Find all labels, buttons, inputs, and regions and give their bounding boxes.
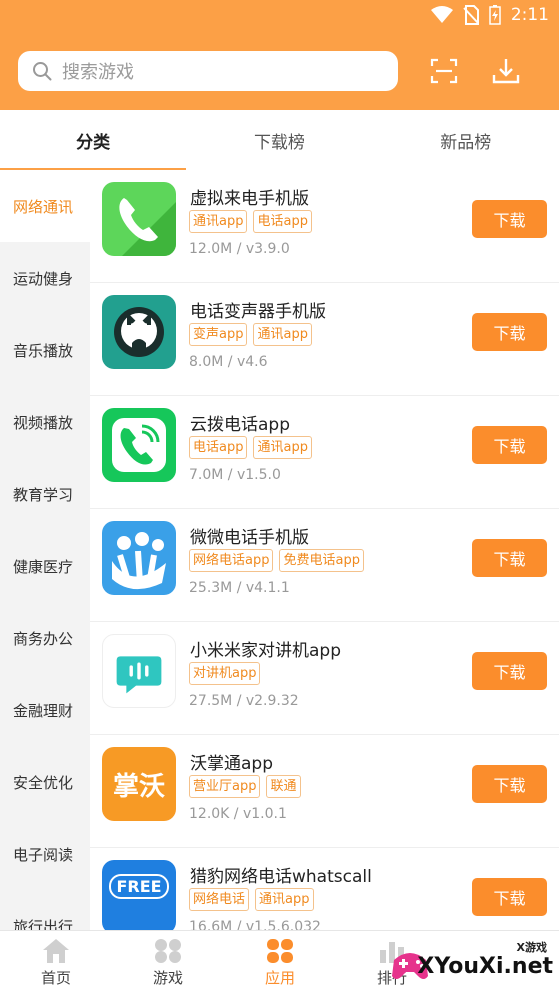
- app-name: 微微电话手机版: [190, 528, 309, 548]
- list-item[interactable]: 电话变声器手机版 变声app 通讯app 8.0M / v4.6 下载: [90, 283, 559, 396]
- wifi-icon: [430, 6, 453, 23]
- nav-label: 游戏: [152, 969, 183, 987]
- app-tag[interactable]: 网络电话app: [189, 549, 274, 572]
- watermark-small-text: X游戏: [516, 941, 547, 954]
- search-placeholder: 搜索游戏: [62, 62, 134, 83]
- list-item[interactable]: 掌沃 沃掌通app 营业厅app 联通 12.0K / v1.0.1 下载: [90, 735, 559, 848]
- nav-home[interactable]: 首页: [0, 931, 112, 994]
- phone-handset-green-icon: [102, 182, 176, 256]
- app-tag[interactable]: 通讯app: [255, 888, 314, 911]
- list-item[interactable]: 云拨电话app 电话app 通讯app 7.0M / v1.5.0 下载: [90, 396, 559, 509]
- no-sim-icon: [463, 5, 479, 25]
- sidebar-item-ebook[interactable]: 电子阅读: [0, 818, 90, 890]
- app-tag[interactable]: 对讲机app: [189, 662, 261, 685]
- app-tag[interactable]: 变声app: [189, 323, 248, 346]
- app-name: 猎豹网络电话whatscall: [190, 867, 372, 887]
- sidebar-item-video[interactable]: 视频播放: [0, 386, 90, 458]
- app-size-version: 16.6M / v1.5.6.032: [189, 919, 321, 930]
- app-size-version: 8.0M / v4.6: [189, 354, 268, 370]
- sidebar-item-security[interactable]: 安全优化: [0, 746, 90, 818]
- sidebar-item-finance[interactable]: 金融理财: [0, 674, 90, 746]
- list-item[interactable]: 虚拟来电手机版 通讯app 电话app 12.0M / v3.9.0 下载: [90, 170, 559, 283]
- tab-new-rank[interactable]: 新品榜: [373, 110, 559, 170]
- sidebar-item-travel[interactable]: 旅行出行: [0, 890, 90, 931]
- site-watermark: X游戏 XYouXi.net: [384, 932, 559, 992]
- app-size-version: 7.0M / v1.5.0: [189, 467, 281, 483]
- nav-label: 应用: [264, 969, 295, 987]
- sidebar-item-network-comm[interactable]: 网络通讯: [0, 170, 90, 242]
- sidebar-item-health[interactable]: 健康医疗: [0, 530, 90, 602]
- sidebar-item-business[interactable]: 商务办公: [0, 602, 90, 674]
- nav-games[interactable]: 游戏: [112, 931, 224, 994]
- app-name: 虚拟来电手机版: [190, 189, 309, 209]
- download-button[interactable]: 下载: [472, 765, 547, 803]
- list-item[interactable]: 小米米家对讲机app 对讲机app 27.5M / v2.9.32 下载: [90, 622, 559, 735]
- app-tag[interactable]: 联通: [266, 775, 301, 798]
- category-sidebar: 网络通讯 运动健身 音乐播放 视频播放 教育学习 健康医疗 商务办公 金融理财 …: [0, 170, 90, 930]
- download-button[interactable]: 下载: [472, 200, 547, 238]
- app-icon-text: FREE: [109, 874, 169, 899]
- nav-apps[interactable]: 应用: [224, 931, 336, 994]
- app-tag[interactable]: 通讯app: [189, 210, 248, 233]
- download-button[interactable]: 下载: [472, 539, 547, 577]
- app-name: 云拨电话app: [190, 415, 290, 435]
- app-tag[interactable]: 电话app: [189, 436, 248, 459]
- app-size-version: 25.3M / v4.1.1: [189, 580, 290, 596]
- download-button[interactable]: 下载: [472, 652, 547, 690]
- app-tag[interactable]: 电话app: [253, 210, 312, 233]
- sidebar-item-music[interactable]: 音乐播放: [0, 314, 90, 386]
- apps-icon: [267, 939, 293, 963]
- app-size-version: 12.0M / v3.9.0: [189, 241, 290, 257]
- app-tag[interactable]: 通讯app: [253, 323, 312, 346]
- scan-button[interactable]: [428, 55, 460, 87]
- download-button[interactable]: 下载: [472, 426, 547, 464]
- list-item[interactable]: FREE 猎豹网络电话whatscall 网络电话 通讯app 16.6M / …: [90, 848, 559, 930]
- download-button[interactable]: 下载: [472, 313, 547, 351]
- wifi-call-green-icon: [102, 408, 176, 482]
- status-bar: 2:11: [0, 0, 559, 34]
- scan-icon: [430, 58, 458, 84]
- free-call-blue-icon: FREE: [102, 860, 176, 930]
- tab-category[interactable]: 分类: [0, 110, 187, 170]
- app-list: 虚拟来电手机版 通讯app 电话app 12.0M / v3.9.0 下载 电话…: [90, 170, 559, 930]
- app-tag[interactable]: 免费电话app: [279, 549, 364, 572]
- wozhangtong-orange-icon: 掌沃: [102, 747, 176, 821]
- watermark-text: XYouXi.net: [417, 954, 553, 979]
- app-size-version: 12.0K / v1.0.1: [189, 806, 287, 822]
- app-size-version: 27.5M / v2.9.32: [189, 693, 299, 709]
- app-name: 沃掌通app: [190, 754, 273, 774]
- download-manager-button[interactable]: [490, 55, 522, 87]
- app-icon-text: 掌沃: [112, 771, 165, 802]
- status-time: 2:11: [510, 5, 549, 25]
- app-header: 2:11 搜索游戏: [0, 0, 559, 110]
- tab-download-rank[interactable]: 下载榜: [186, 110, 372, 170]
- app-name: 小米米家对讲机app: [190, 641, 341, 661]
- app-tag[interactable]: 网络电话: [189, 888, 250, 911]
- nav-label: 首页: [40, 969, 71, 987]
- download-button[interactable]: 下载: [472, 878, 547, 916]
- walkie-talkie-chat-icon: [102, 634, 176, 708]
- sidebar-item-fitness[interactable]: 运动健身: [0, 242, 90, 314]
- category-tabs: 分类 下载榜 新品榜: [0, 110, 559, 170]
- weiwei-blue-icon: [102, 521, 176, 595]
- search-icon: [33, 62, 52, 81]
- app-tag[interactable]: 营业厅app: [189, 775, 261, 798]
- search-input[interactable]: 搜索游戏: [18, 51, 398, 91]
- download-icon: [492, 59, 520, 84]
- battery-charging-icon: [489, 5, 501, 25]
- app-name: 电话变声器手机版: [190, 302, 326, 322]
- list-item[interactable]: 微微电话手机版 网络电话app 免费电话app 25.3M / v4.1.1 下…: [90, 509, 559, 622]
- home-icon: [43, 939, 69, 963]
- voice-changer-teal-icon: [102, 295, 176, 369]
- sidebar-item-education[interactable]: 教育学习: [0, 458, 90, 530]
- game-icon: [155, 939, 181, 963]
- app-tag[interactable]: 通讯app: [253, 436, 312, 459]
